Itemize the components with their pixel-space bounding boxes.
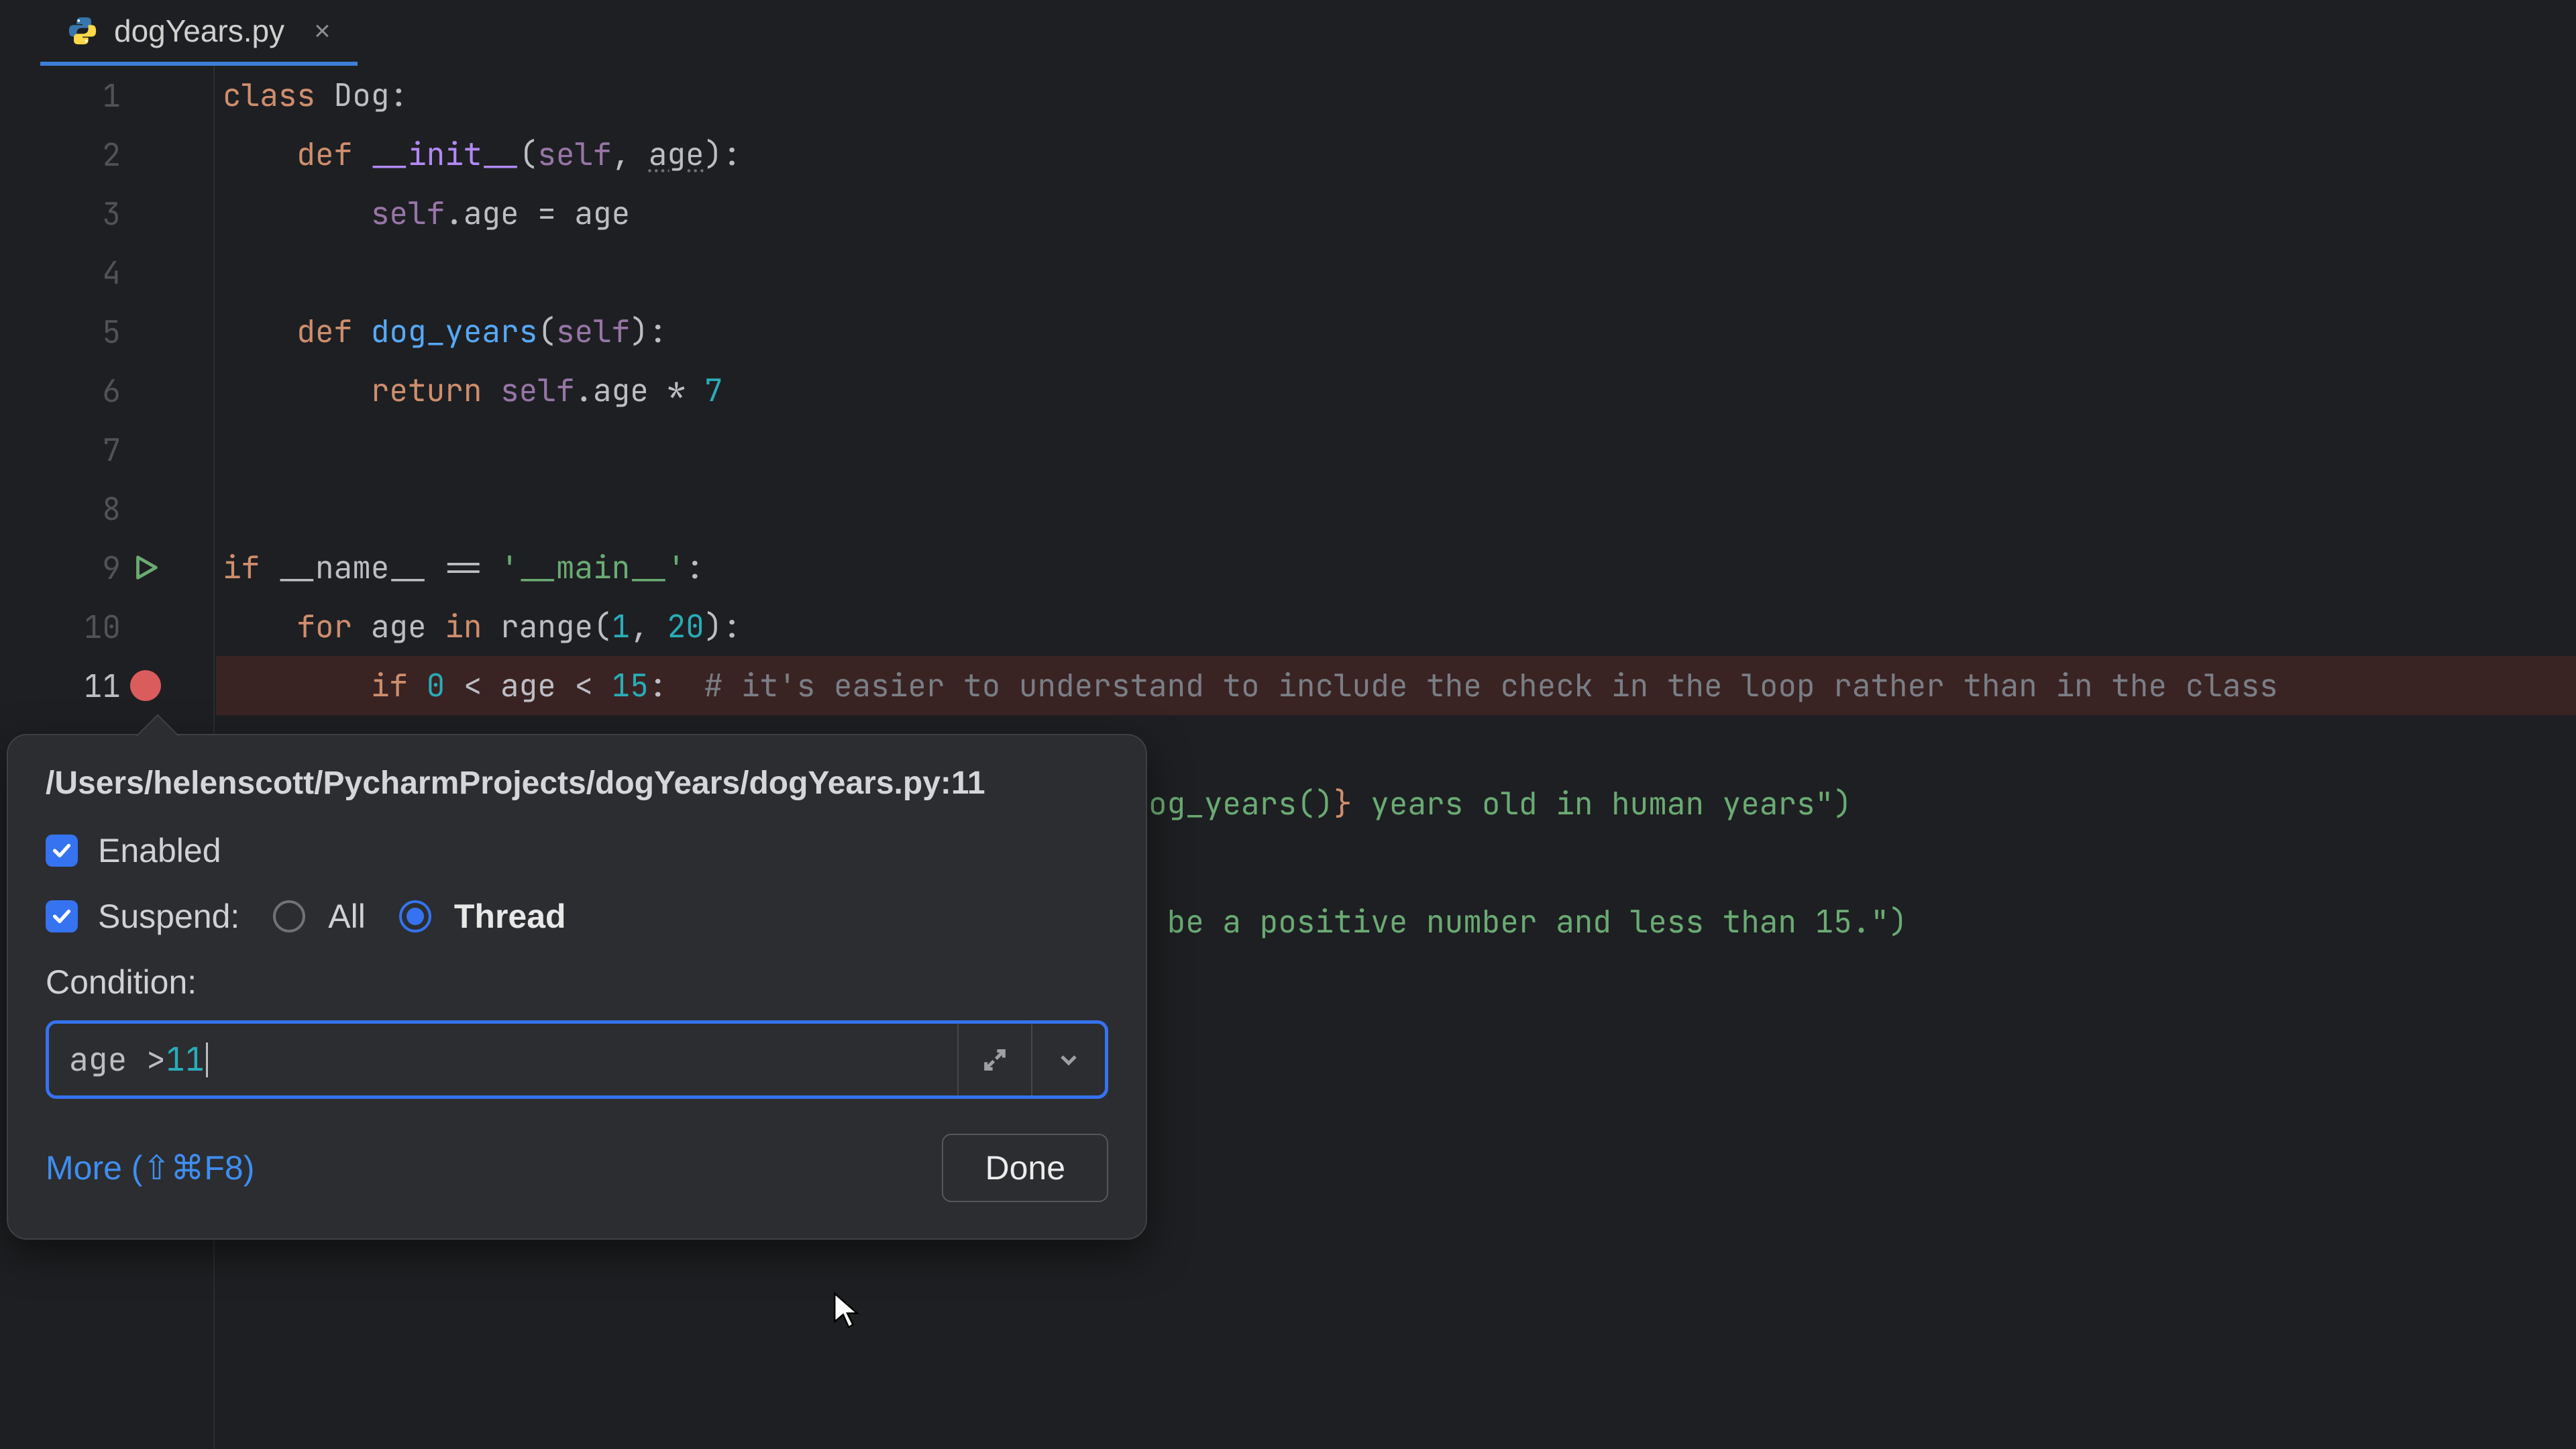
breakpoint-popup: /Users/helenscott/PycharmProjects/dogYea… (7, 734, 1147, 1240)
line-number: 4 (0, 252, 121, 293)
suspend-thread-label: Thread (454, 897, 566, 936)
token-self: self (537, 133, 611, 174)
run-gutter-icon[interactable] (130, 552, 161, 583)
tab-bar: dogYears.py × (0, 0, 2576, 66)
token-keyword: def (297, 311, 352, 352)
token-classname: Dog (334, 74, 390, 115)
token-magic: __init__ (371, 133, 519, 174)
token-number: 0 (427, 665, 445, 706)
token: ( (537, 311, 556, 352)
token-number: 1 (612, 606, 631, 647)
token-keyword: return (371, 370, 482, 411)
token: < age < (445, 665, 611, 706)
token: : (649, 665, 667, 706)
python-file-icon (67, 15, 98, 46)
token: ): (704, 606, 741, 647)
token-self: self (371, 193, 445, 233)
token-number: 15 (612, 665, 649, 706)
line-number: 8 (0, 488, 121, 529)
enabled-label: Enabled (98, 831, 221, 870)
token: : (686, 547, 704, 588)
token: ( (593, 606, 612, 647)
token: ( (519, 133, 538, 174)
token: } (1334, 783, 1352, 824)
token-param: age (649, 133, 704, 174)
line-number: 10 (0, 606, 121, 647)
condition-text: age > (69, 1038, 166, 1081)
token-keyword: in (445, 606, 482, 647)
line-number: 1 (0, 75, 121, 116)
token: : (389, 74, 408, 115)
suspend-checkbox[interactable] (46, 900, 78, 932)
line-number: 6 (0, 370, 121, 411)
token (408, 665, 427, 706)
token-fn: dog_years (371, 311, 537, 352)
condition-number: 11 (166, 1038, 205, 1081)
token-number: 20 (667, 606, 704, 647)
condition-input[interactable]: age > 11 (49, 1024, 957, 1095)
token: , (612, 133, 649, 174)
token: age (352, 606, 445, 647)
line-number: 9 (0, 547, 121, 588)
token-string: '__main__' (500, 547, 686, 588)
suspend-thread-radio[interactable] (399, 900, 431, 932)
token-keyword: if (223, 547, 260, 588)
tab-filename: dogYears.py (114, 13, 284, 49)
token-comment: # it's easier to understand to include t… (704, 665, 2278, 706)
more-link[interactable]: More (⇧⌘F8) (46, 1148, 254, 1187)
token: ): (630, 311, 667, 352)
done-button[interactable]: Done (942, 1134, 1108, 1202)
line-number: 7 (0, 429, 121, 470)
token-keyword: class (223, 74, 315, 115)
token: .age = age (445, 193, 630, 233)
token-string: should be a positive number and less tha… (1037, 901, 1907, 942)
token-number: 7 (704, 370, 723, 411)
suspend-all-label: All (328, 897, 366, 936)
token: range (482, 606, 593, 647)
token-string: years old in human years") (1352, 783, 1852, 824)
enabled-checkbox[interactable] (46, 835, 78, 867)
expand-condition-icon[interactable] (957, 1024, 1031, 1095)
suspend-all-radio[interactable] (273, 900, 305, 932)
condition-label: Condition: (46, 963, 1108, 1002)
token: .age * (574, 370, 704, 411)
line-number: 3 (0, 193, 121, 234)
condition-history-dropdown-icon[interactable] (1031, 1024, 1105, 1095)
close-icon[interactable]: × (314, 17, 331, 45)
breakpoint-icon[interactable] (130, 670, 161, 701)
text-caret (206, 1042, 208, 1077)
line-number: 2 (0, 134, 121, 175)
condition-field-wrap: age > 11 (46, 1020, 1108, 1099)
token: ): (704, 133, 741, 174)
token-self: self (556, 311, 630, 352)
token (667, 665, 704, 706)
token-self: self (482, 370, 574, 411)
line-number: 5 (0, 311, 121, 352)
suspend-label: Suspend: (98, 897, 239, 936)
line-number: 11 (0, 665, 121, 706)
breakpoint-path: /Users/helenscott/PycharmProjects/dogYea… (46, 765, 1108, 802)
token: , (630, 606, 667, 647)
token-keyword: for (297, 606, 352, 647)
token-keyword: def (297, 133, 352, 174)
token-keyword: if (371, 665, 408, 706)
tab-dogyears[interactable]: dogYears.py × (40, 0, 358, 66)
token: __name__ == (260, 547, 500, 588)
